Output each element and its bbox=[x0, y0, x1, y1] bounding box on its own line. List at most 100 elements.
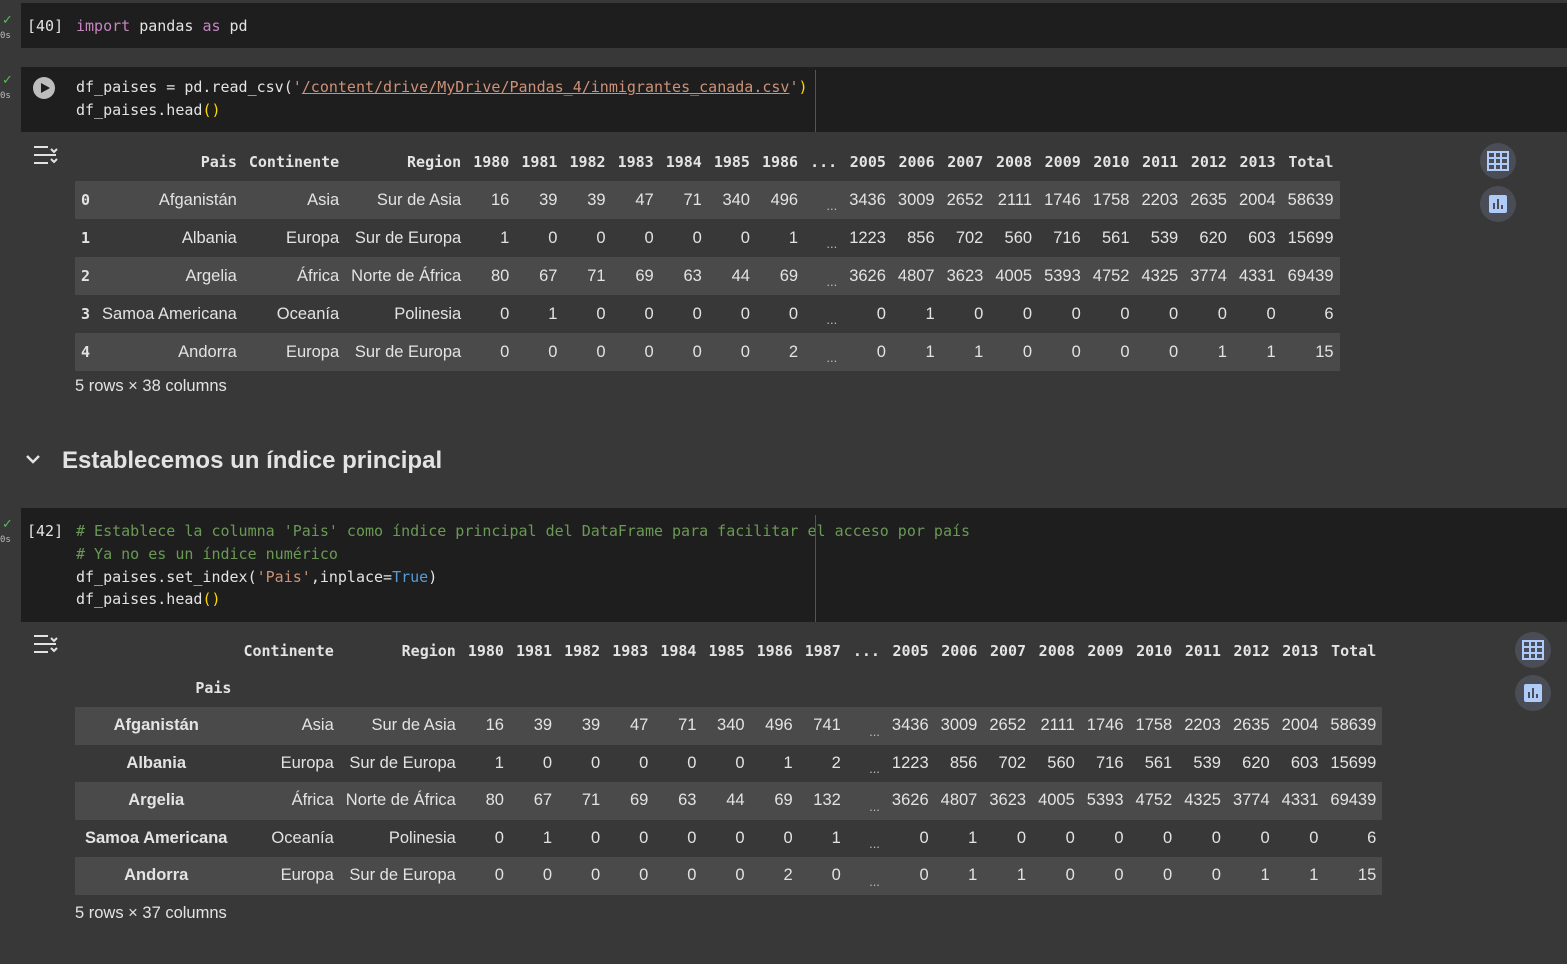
table-cell: 5393 bbox=[1080, 782, 1130, 820]
table-cell: 340 bbox=[707, 181, 756, 219]
column-header: 2010 bbox=[1093, 153, 1130, 171]
table-cell: 716 bbox=[1080, 744, 1130, 782]
code-line[interactable]: df_paises.set_index('Pais',inplace=True) bbox=[76, 568, 437, 586]
table-cell: 47 bbox=[611, 181, 660, 219]
table-cell: Sur de Asia bbox=[345, 181, 468, 219]
table-cell: 69 bbox=[750, 782, 799, 820]
code-cell-41[interactable] bbox=[21, 67, 1567, 132]
table-cell: 4807 bbox=[934, 782, 984, 820]
empty-header bbox=[1276, 669, 1325, 707]
table-cell: 0 bbox=[750, 819, 799, 857]
table-view-button[interactable] bbox=[1480, 143, 1516, 179]
table-cell: 0 bbox=[1135, 295, 1185, 333]
table-cell: 3623 bbox=[940, 257, 990, 295]
table-cell: 4325 bbox=[1178, 782, 1227, 820]
table-cell: Europa bbox=[237, 744, 340, 782]
table-cell: 15 bbox=[1324, 857, 1383, 895]
table-view-button[interactable] bbox=[1515, 632, 1551, 668]
table-cell: Oceanía bbox=[237, 819, 340, 857]
chevron-down-icon[interactable] bbox=[25, 452, 41, 470]
table-cell: 80 bbox=[467, 257, 516, 295]
dataframe-shape: 5 rows × 37 columns bbox=[75, 904, 227, 922]
ruler-line bbox=[815, 515, 816, 622]
table-cell: 0 bbox=[843, 295, 892, 333]
table-cell: Europa bbox=[237, 857, 340, 895]
table-cell: ... bbox=[804, 257, 844, 295]
table-cell: 132 bbox=[798, 782, 847, 820]
table-cell: 4331 bbox=[1232, 257, 1282, 295]
table-cell: 1 bbox=[509, 819, 559, 857]
code-comment[interactable]: # Ya no es un índice numérico bbox=[76, 545, 338, 563]
table-cell: 4005 bbox=[989, 257, 1039, 295]
table-cell: 3774 bbox=[1184, 257, 1233, 295]
chart-suggestion-button[interactable] bbox=[1515, 675, 1551, 711]
table-cell: 620 bbox=[1226, 744, 1276, 782]
table-cell: 0 bbox=[1080, 857, 1130, 895]
row-index: 3 bbox=[75, 295, 97, 333]
column-header: 2011 bbox=[1142, 153, 1179, 171]
table-cell: 0 bbox=[1038, 333, 1087, 371]
table-cell: 4325 bbox=[1135, 257, 1185, 295]
table-cell: 2004 bbox=[1232, 181, 1282, 219]
column-header: ... bbox=[852, 641, 880, 660]
dataframe-table-1: Pais Continente Region 1980 1981 1982 1983 1984… bbox=[75, 143, 1340, 371]
table-cell: 1 bbox=[1226, 857, 1276, 895]
table-cell: 0 bbox=[989, 333, 1039, 371]
table-cell: 5393 bbox=[1038, 257, 1087, 295]
chart-suggestion-button[interactable] bbox=[1480, 186, 1516, 222]
table-cell: 69 bbox=[611, 257, 660, 295]
table-cell: 0 bbox=[654, 819, 703, 857]
table-cell: 4331 bbox=[1275, 782, 1325, 820]
exec-time: 0s bbox=[0, 91, 11, 101]
empty-header bbox=[983, 669, 1032, 707]
output-actions-icon[interactable] bbox=[32, 144, 58, 166]
table-cell: 1 bbox=[798, 819, 847, 857]
column-header: Continente bbox=[248, 153, 340, 171]
dataframe-table-2: Continente Region 1980 1981 1982 1983 1984 1985… bbox=[75, 632, 1383, 895]
empty-header bbox=[1081, 669, 1130, 707]
code-comment[interactable]: # Establece la columna 'Pais' como índic… bbox=[76, 522, 970, 540]
table-cell: ... bbox=[846, 707, 886, 745]
table-cell: 0 bbox=[467, 295, 516, 333]
table-cell: 80 bbox=[461, 782, 510, 820]
exec-time: 0s bbox=[0, 31, 11, 41]
column-header: 1986 bbox=[756, 641, 793, 660]
table-cell: 44 bbox=[707, 257, 756, 295]
column-header: Total bbox=[1288, 153, 1334, 171]
column-header: 2009 bbox=[1044, 153, 1081, 171]
table-cell: 1 bbox=[1184, 333, 1233, 371]
code-line[interactable]: df_paises.head() bbox=[76, 101, 221, 119]
table-cell: 0 bbox=[611, 219, 660, 257]
run-cell-button[interactable] bbox=[33, 77, 55, 99]
column-header: 2011 bbox=[1184, 641, 1221, 660]
column-header: 2010 bbox=[1136, 641, 1173, 660]
code-line[interactable]: import pandas as pd bbox=[76, 17, 248, 35]
code-cell-40[interactable] bbox=[21, 3, 1567, 48]
table-cell: Samoa Americana bbox=[96, 295, 243, 333]
table-cell: 0 bbox=[702, 819, 751, 857]
table-cell: 4752 bbox=[1129, 782, 1179, 820]
table-cell: 0 bbox=[509, 857, 559, 895]
table-cell: 0 bbox=[1032, 857, 1081, 895]
table-cell: 0 bbox=[1038, 295, 1087, 333]
table-cell: 0 bbox=[1178, 819, 1227, 857]
table-cell: 2652 bbox=[940, 181, 990, 219]
column-header: 2009 bbox=[1087, 641, 1124, 660]
table-cell: 1746 bbox=[1080, 707, 1130, 745]
table-cell: 0 bbox=[1129, 857, 1179, 895]
table-cell: 1 bbox=[755, 219, 805, 257]
table-cell: 3436 bbox=[843, 181, 892, 219]
table-cell: 0 bbox=[654, 857, 703, 895]
code-line[interactable]: df_paises = pd.read_csv('/content/drive/… bbox=[76, 78, 808, 96]
code-line[interactable]: df_paises.head() bbox=[76, 590, 221, 608]
table-cell: 2203 bbox=[1135, 181, 1185, 219]
output-actions-icon[interactable] bbox=[32, 633, 58, 655]
table-cell: ... bbox=[846, 857, 886, 895]
table-cell: Sur de Europa bbox=[339, 744, 462, 782]
empty-header bbox=[558, 669, 606, 707]
table-cell: ... bbox=[804, 333, 844, 371]
table-cell: 71 bbox=[558, 782, 607, 820]
column-header: ... bbox=[810, 153, 838, 171]
row-index: Andorra bbox=[75, 857, 238, 895]
table-cell: 340 bbox=[702, 707, 751, 745]
